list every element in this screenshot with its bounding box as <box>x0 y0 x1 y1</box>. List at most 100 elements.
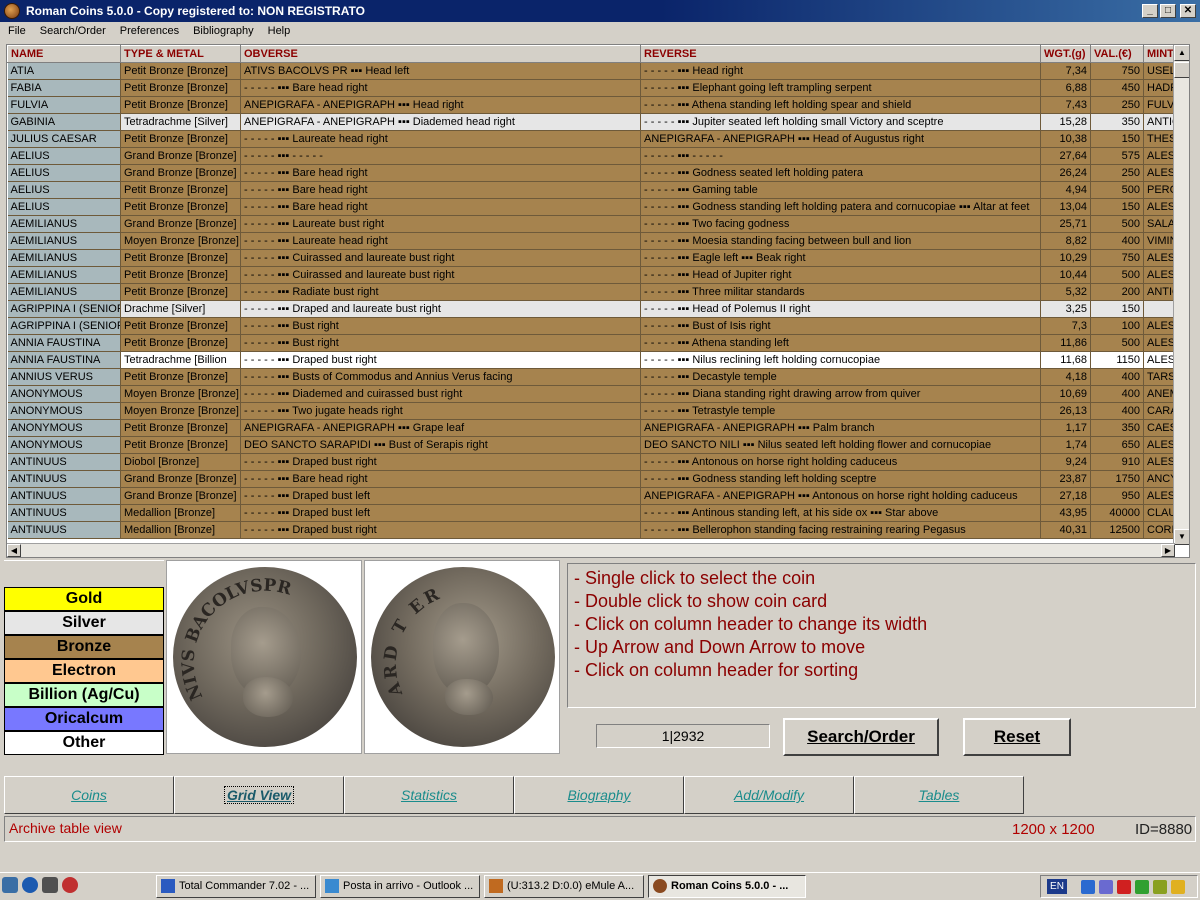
cell-val[interactable]: 500 <box>1090 266 1144 284</box>
cell-type[interactable]: Petit Bronze [Bronze] <box>120 368 241 386</box>
cell-mint[interactable]: FULVIA <box>1143 96 1176 114</box>
cell-mint[interactable]: ALESSA <box>1143 198 1176 216</box>
cell-type[interactable]: Petit Bronze [Bronze] <box>120 181 241 199</box>
table-row[interactable]: ANONYMOUS Petit Bronze [Bronze] ANEPIGRAFA… <box>7 419 1176 437</box>
cell-val[interactable]: 150 <box>1090 198 1144 216</box>
cell-val[interactable]: 750 <box>1090 62 1144 80</box>
menu-help[interactable]: Help <box>260 25 297 37</box>
cell-name[interactable]: ANNIA FAUSTINA <box>7 351 121 369</box>
table-row[interactable]: GABINIA Tetradrachme [Silver] ANEPIGRAFA -… <box>7 113 1176 131</box>
cell-name[interactable]: AGRIPPINA I (SENIOR) <box>7 317 121 335</box>
cell-reverse[interactable]: - - - - - ▪▪▪ Godness standing left hold… <box>640 198 1041 216</box>
cell-type[interactable]: Petit Bronze [Bronze] <box>120 96 241 114</box>
tab-statistics[interactable]: Statistics <box>344 776 514 814</box>
cell-obverse[interactable]: ANEPIGRAFA - ANEPIGRAPH ▪▪▪ Grape leaf <box>240 419 641 437</box>
cell-mint[interactable]: THESSA <box>1143 130 1176 148</box>
cell-wgt[interactable]: 5,32 <box>1040 283 1091 301</box>
cell-name[interactable]: ANNIUS VERUS <box>7 368 121 386</box>
cell-val[interactable]: 1150 <box>1090 351 1144 369</box>
quicklaunch-media-icon[interactable] <box>22 877 38 893</box>
cell-val[interactable]: 350 <box>1090 419 1144 437</box>
cell-obverse[interactable]: ANEPIGRAFA - ANEPIGRAPH ▪▪▪ Diademed hea… <box>240 113 641 131</box>
table-row[interactable]: ANONYMOUS Petit Bronze [Bronze] DEO SANCTO… <box>7 436 1176 454</box>
cell-reverse[interactable]: - - - - - ▪▪▪ - - - - - <box>640 147 1041 165</box>
cell-type[interactable]: Petit Bronze [Bronze] <box>120 249 241 267</box>
cell-wgt[interactable]: 1,17 <box>1040 419 1091 437</box>
cell-reverse[interactable]: - - - - - ▪▪▪ Diana standing right drawi… <box>640 385 1041 403</box>
menu-preferences[interactable]: Preferences <box>112 25 185 37</box>
cell-mint[interactable]: ANTIOCH <box>1143 113 1176 131</box>
minimize-button[interactable]: _ <box>1142 4 1158 18</box>
cell-wgt[interactable]: 26,13 <box>1040 402 1091 420</box>
cell-name[interactable]: ANNIA FAUSTINA <box>7 334 121 352</box>
cell-mint[interactable]: ALESSA <box>1143 249 1176 267</box>
quicklaunch-app-icon[interactable] <box>42 877 58 893</box>
scroll-right-icon[interactable]: ▶ <box>1161 544 1175 557</box>
cell-val[interactable]: 400 <box>1090 232 1144 250</box>
cell-reverse[interactable]: - - - - - ▪▪▪ Godness seated left holdin… <box>640 164 1041 182</box>
cell-val[interactable]: 12500 <box>1090 521 1144 539</box>
cell-val[interactable]: 650 <box>1090 436 1144 454</box>
task-emule[interactable]: (U:313.2 D:0.0) eMule A... <box>484 875 644 898</box>
cell-mint[interactable]: ALESSA <box>1143 334 1176 352</box>
cell-name[interactable]: ANTINUUS <box>7 470 121 488</box>
table-row[interactable]: AELIUS Petit Bronze [Bronze] - - - - - ▪▪▪… <box>7 181 1176 199</box>
cell-mint[interactable]: CLAUDI <box>1143 504 1176 522</box>
table-row[interactable]: AELIUS Grand Bronze [Bronze] - - - - - ▪▪▪… <box>7 164 1176 182</box>
search-order-button[interactable]: Search/Order <box>783 718 939 756</box>
cell-val[interactable]: 150 <box>1090 300 1144 318</box>
cell-mint[interactable]: CARAL <box>1143 402 1176 420</box>
cell-type[interactable]: Petit Bronze [Bronze] <box>120 130 241 148</box>
cell-wgt[interactable]: 7,34 <box>1040 62 1091 80</box>
menu-file[interactable]: File <box>0 25 32 37</box>
scroll-left-icon[interactable]: ◀ <box>7 544 21 557</box>
quicklaunch-browser-icon[interactable] <box>62 877 78 893</box>
cell-mint[interactable]: ALESSA <box>1143 317 1176 335</box>
cell-wgt[interactable]: 25,71 <box>1040 215 1091 233</box>
cell-mint[interactable]: SALAMIS <box>1143 215 1176 233</box>
tray-shield-icon[interactable] <box>1171 880 1185 894</box>
cell-obverse[interactable]: - - - - - ▪▪▪ Draped and laureate bust r… <box>240 300 641 318</box>
tray-update-icon[interactable] <box>1153 880 1167 894</box>
cell-type[interactable]: Petit Bronze [Bronze] <box>120 283 241 301</box>
cell-mint[interactable]: ALESSA <box>1143 266 1176 284</box>
reverse-image[interactable]: ARD T ER <box>364 560 560 754</box>
table-row[interactable]: AELIUS Petit Bronze [Bronze] - - - - - ▪▪▪… <box>7 198 1176 216</box>
cell-name[interactable]: JULIUS CAESAR <box>7 130 121 148</box>
cell-reverse[interactable]: - - - - - ▪▪▪ Jupiter seated left holdin… <box>640 113 1041 131</box>
table-row[interactable]: FULVIA Petit Bronze [Bronze] ANEPIGRAFA - … <box>7 96 1176 114</box>
tab-tables[interactable]: Tables <box>854 776 1024 814</box>
table-row[interactable]: AEMILIANUS Moyen Bronze [Bronze] - - - - -… <box>7 232 1176 250</box>
cell-wgt[interactable]: 4,18 <box>1040 368 1091 386</box>
cell-name[interactable]: ANONYMOUS <box>7 385 121 403</box>
cell-obverse[interactable]: DEO SANCTO SARAPIDI ▪▪▪ Bust of Serapis … <box>240 436 641 454</box>
table-row[interactable]: ANTINUUS Grand Bronze [Bronze] - - - - - ▪… <box>7 470 1176 488</box>
tray-security-icon[interactable] <box>1135 880 1149 894</box>
reset-button[interactable]: Reset <box>963 718 1071 756</box>
cell-wgt[interactable]: 4,94 <box>1040 181 1091 199</box>
cell-val[interactable]: 400 <box>1090 368 1144 386</box>
cell-val[interactable]: 500 <box>1090 181 1144 199</box>
cell-type[interactable]: Petit Bronze [Bronze] <box>120 419 241 437</box>
table-row[interactable]: FABIA Petit Bronze [Bronze] - - - - - ▪▪▪ … <box>7 79 1176 97</box>
cell-name[interactable]: AELIUS <box>7 181 121 199</box>
cell-wgt[interactable]: 27,64 <box>1040 147 1091 165</box>
maximize-button[interactable]: □ <box>1160 4 1176 18</box>
cell-type[interactable]: Petit Bronze [Bronze] <box>120 266 241 284</box>
cell-val[interactable]: 500 <box>1090 215 1144 233</box>
cell-type[interactable]: Petit Bronze [Bronze] <box>120 436 241 454</box>
language-indicator[interactable]: EN <box>1047 879 1067 894</box>
cell-mint[interactable] <box>1143 300 1176 318</box>
tab-biography[interactable]: Biography <box>514 776 684 814</box>
cell-mint[interactable]: ALESSA <box>1143 436 1176 454</box>
cell-reverse[interactable]: - - - - - ▪▪▪ Bellerophon standing facin… <box>640 521 1041 539</box>
cell-type[interactable]: Tetradrachme [Billion <box>120 351 241 369</box>
table-row[interactable]: AEMILIANUS Petit Bronze [Bronze] - - - - -… <box>7 249 1176 267</box>
cell-type[interactable]: Grand Bronze [Bronze] <box>120 487 241 505</box>
cell-type[interactable]: Drachme [Silver] <box>120 300 241 318</box>
cell-reverse[interactable]: - - - - - ▪▪▪ Elephant going left trampl… <box>640 79 1041 97</box>
cell-val[interactable]: 150 <box>1090 130 1144 148</box>
cell-reverse[interactable]: - - - - - ▪▪▪ Eagle left ▪▪▪ Beak right <box>640 249 1041 267</box>
cell-name[interactable]: AELIUS <box>7 147 121 165</box>
table-row[interactable]: AGRIPPINA I (SENIOR) Drachme [Silver] - - … <box>7 300 1176 318</box>
